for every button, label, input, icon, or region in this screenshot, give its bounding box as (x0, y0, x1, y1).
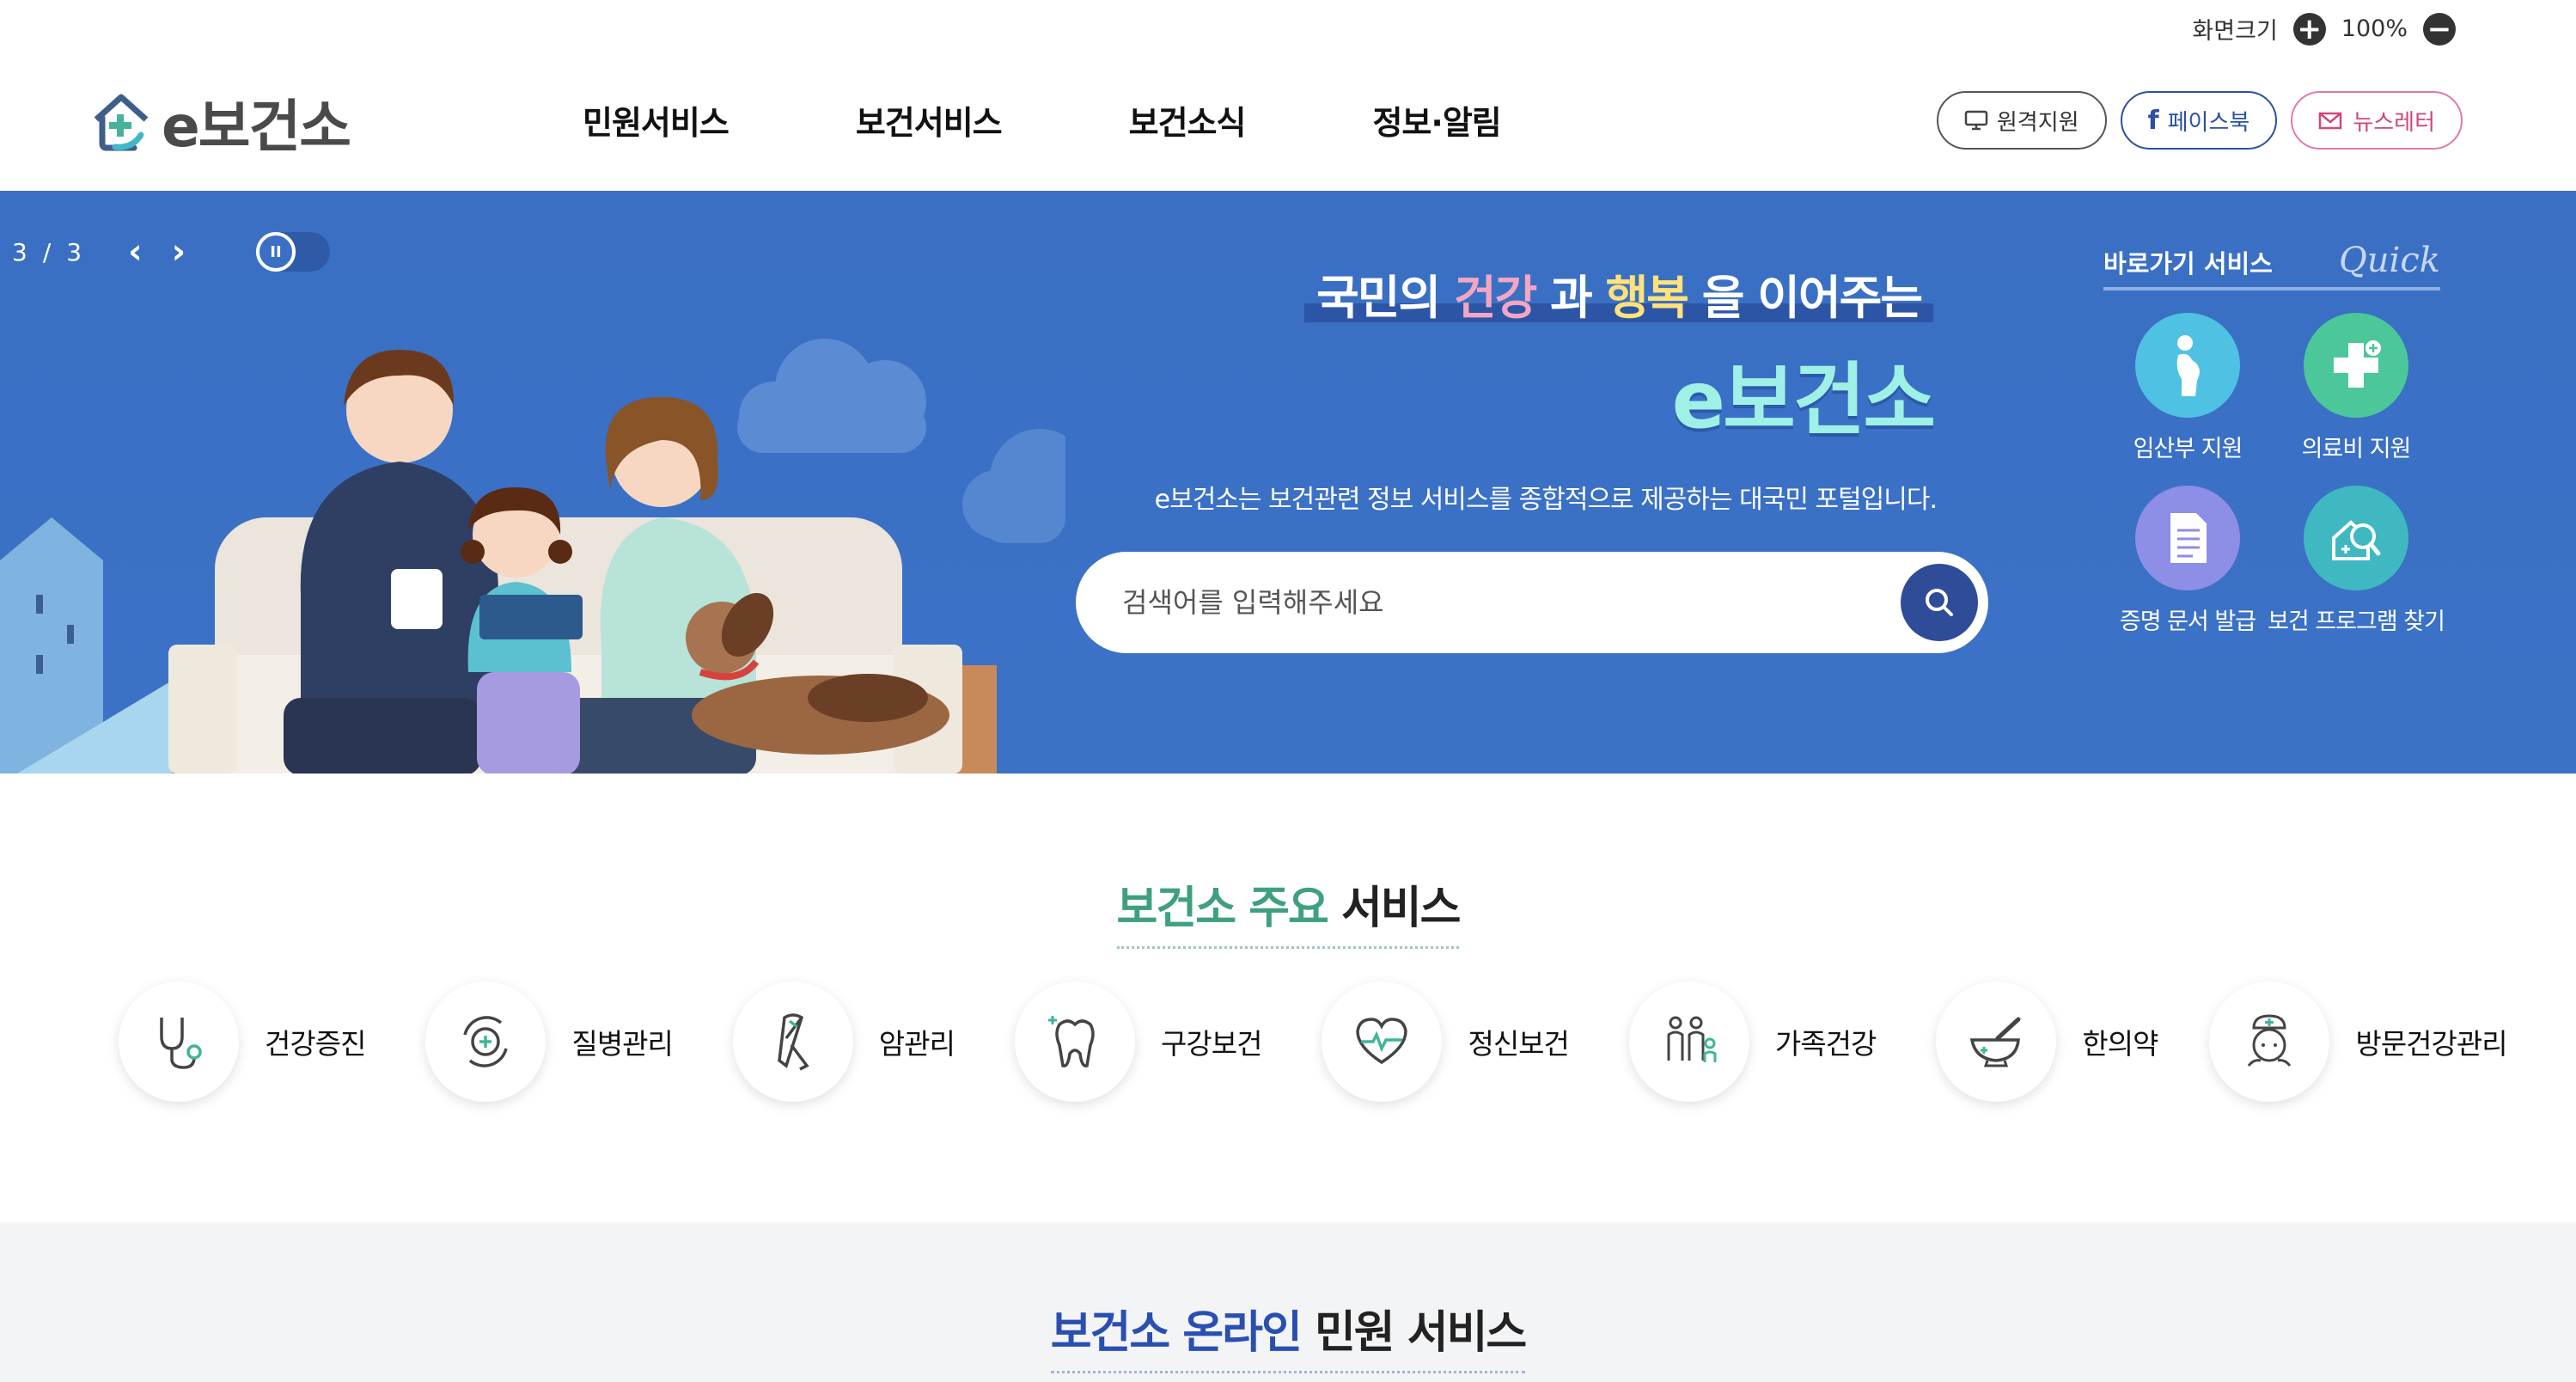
newsletter-button[interactable]: 뉴스레터 (2291, 91, 2463, 150)
service-item-family[interactable]: 가족건강 (1628, 981, 1877, 1102)
tooth-icon (1015, 981, 1135, 1102)
online-services-title-rest: 민원 서비스 (1300, 1307, 1527, 1359)
service-item-disease[interactable]: 질병관리 (425, 981, 674, 1102)
hero-subtitle: 국민의 건강 과 행복 을 이어주는 (1304, 260, 1933, 327)
mortar-icon (1936, 981, 2057, 1102)
service-label: 정신보건 (1468, 1027, 1569, 1061)
document-icon (2135, 486, 2240, 590)
family-illustration (0, 339, 1065, 774)
service-item-cancer[interactable]: 암관리 (732, 981, 955, 1102)
quick-links-title: 바로가기 서비스 (2103, 249, 2273, 278)
online-services-title-accent: 보건소 온라인 (1050, 1307, 1303, 1359)
quick-link-certificate-label: 증명 문서 발급 (2119, 608, 2256, 635)
logo-text: e보건소 (162, 94, 351, 160)
main-services-list: 건강증진 질병관리 암관리 구강보건 정신보건 가족건강 한의약 방문건강관리 (119, 981, 2508, 1102)
nurse-icon (2209, 981, 2330, 1102)
utility-links: 원격지원 f 페이스북 뉴스레터 (1936, 91, 2463, 150)
service-label: 건강증진 (265, 1027, 366, 1061)
service-item-health-promotion[interactable]: 건강증진 (119, 981, 366, 1102)
hero-subtitle-part2: 과 (1535, 271, 1606, 325)
mail-icon (2319, 112, 2342, 130)
pregnant-icon (2135, 313, 2240, 418)
hero-keyword-happiness: 행복 (1605, 271, 1689, 325)
nav-item-civil[interactable]: 민원서비스 (583, 96, 729, 144)
main-services-title-accent: 보건소 주요 (1116, 883, 1329, 934)
facebook-button[interactable]: f 페이스북 (2120, 91, 2278, 150)
service-item-oral[interactable]: 구강보건 (1015, 981, 1262, 1102)
search-icon (1926, 589, 1953, 616)
zoom-control: 화면크기 + 100% − (2192, 12, 2456, 46)
medical-cross-icon (2304, 313, 2408, 418)
search-input[interactable] (1122, 552, 1895, 653)
house-cross-icon (94, 94, 149, 151)
facebook-icon: f (2147, 105, 2159, 136)
nav-item-info[interactable]: 정보·알림 (1372, 96, 1501, 144)
service-label: 질병관리 (571, 1027, 673, 1061)
ribbon-icon (732, 981, 853, 1102)
quick-link-pregnancy-label: 임산부 지원 (2133, 436, 2243, 462)
zoom-label: 화면크기 (2192, 18, 2278, 45)
hero-banner: 3 / 3 ‹ › II 국민의 건강 과 행복 을 이어주는 e보건소 e보건… (0, 191, 2576, 774)
hero-headline: 국민의 건강 과 행복 을 이어주는 e보건소 (1304, 260, 1936, 450)
service-item-mental[interactable]: 정신보건 (1322, 981, 1570, 1102)
quick-link-medical[interactable]: 의료비 지원 (2272, 313, 2440, 463)
zoom-value: 100% (2341, 15, 2408, 42)
main-services-title: 보건소 주요 서비스 (0, 871, 2576, 949)
service-item-home-visit[interactable]: 방문건강관리 (2209, 981, 2508, 1102)
quick-link-program-label: 보건 프로그램 찾기 (2268, 608, 2445, 635)
quick-links-panel: 바로가기 서비스 Quick 임산부 지원 의료비 지원 증명 문서 발급 보건… (2103, 241, 2445, 636)
service-label: 한의약 (2082, 1027, 2158, 1061)
hero-keyword-health: 건강 (1453, 271, 1537, 325)
quick-links-header: 바로가기 서비스 Quick (2103, 241, 2440, 290)
heart-pulse-icon (1322, 981, 1443, 1102)
main-nav: 민원서비스 보건서비스 보건소식 정보·알림 (583, 96, 1628, 144)
service-label: 구강보건 (1161, 1027, 1262, 1061)
search-box (1076, 552, 1988, 653)
quick-link-medical-label: 의료비 지원 (2301, 436, 2412, 462)
search-button[interactable] (1901, 564, 1978, 641)
nav-item-health[interactable]: 보건서비스 (856, 96, 1003, 144)
nav-item-news[interactable]: 보건소식 (1129, 96, 1247, 144)
monitor-icon (1964, 110, 1988, 131)
quick-link-certificate[interactable]: 증명 문서 발급 (2103, 486, 2272, 636)
service-item-oriental-medicine[interactable]: 한의약 (1936, 981, 2158, 1102)
site-header: 화면크기 + 100% − e보건소 민원서비스 보건서비스 보건소식 정보·알… (0, 0, 2576, 191)
stethoscope-icon (119, 981, 239, 1102)
disease-care-icon (425, 981, 546, 1102)
quick-link-pregnancy[interactable]: 임산부 지원 (2103, 313, 2272, 463)
quick-links-script: Quick (2339, 241, 2440, 280)
family-icon (1628, 981, 1749, 1102)
quick-link-program[interactable]: 보건 프로그램 찾기 (2268, 486, 2445, 636)
zoom-in-button[interactable]: + (2292, 12, 2326, 46)
service-label: 암관리 (878, 1027, 955, 1061)
hero-main-title: e보건소 (1671, 354, 1936, 446)
newsletter-label: 뉴스레터 (2353, 109, 2435, 136)
remote-support-label: 원격지원 (1996, 109, 2079, 136)
hero-subtitle-part1: 국민의 (1316, 271, 1454, 325)
service-label: 방문건강관리 (2355, 1027, 2507, 1061)
main-services-title-rest: 서비스 (1327, 883, 1462, 934)
cloud-illustration (737, 339, 926, 453)
site-logo[interactable]: e보건소 (89, 81, 351, 163)
hero-subtitle-part3: 을 이어주는 (1688, 271, 1923, 325)
hero-description: e보건소는 보건관련 정보 서비스를 종합적으로 제공하는 대국민 포털입니다. (1154, 485, 1938, 515)
service-label: 가족건강 (1774, 1027, 1877, 1061)
zoom-out-button[interactable]: − (2423, 12, 2456, 46)
online-services-title: 보건소 온라인 민원 서비스 (0, 1296, 2576, 1373)
facebook-label: 페이스북 (2167, 109, 2250, 136)
program-search-icon (2304, 486, 2408, 590)
remote-support-button[interactable]: 원격지원 (1936, 91, 2107, 150)
